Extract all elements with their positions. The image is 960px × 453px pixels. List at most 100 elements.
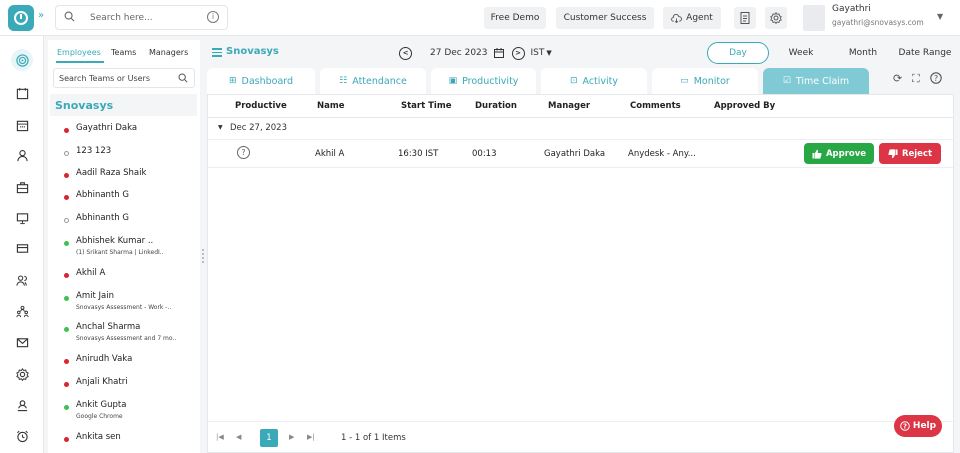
tab-activity[interactable]: ⊡ Activity [541,68,647,94]
status-dot [64,382,69,387]
activity-icon[interactable] [11,49,33,71]
employee-activity: Google Chrome [76,413,123,420]
org-chart-icon[interactable] [11,300,33,322]
info-icon[interactable]: i [207,11,219,23]
column-header[interactable]: Productive [235,101,287,111]
next-date-button[interactable]: > [511,46,525,60]
calendar-grid-icon[interactable] [11,114,33,136]
employee-search[interactable] [53,68,195,88]
range-day[interactable]: Day [707,42,769,64]
document-icon[interactable] [734,7,756,29]
mail-icon[interactable] [11,331,33,353]
user-icon[interactable] [11,144,33,166]
global-search[interactable]: i [55,5,228,30]
tab-teams[interactable]: Teams [111,48,136,57]
tab-monitor[interactable]: ▭ Monitor [652,68,758,94]
customer-success-button[interactable]: Customer Success [556,7,654,29]
active-tab-indicator [56,61,104,63]
user-email: gayathri@snovasys.com [832,18,924,27]
help-button[interactable]: ? Help [894,415,942,437]
range-week[interactable]: Week [781,42,821,64]
prev-page-icon[interactable]: ◀ [236,433,241,441]
first-page-icon[interactable]: |◀ [216,433,224,441]
briefcase-icon[interactable] [11,176,33,198]
calendar-icon[interactable] [11,82,33,104]
app-logo[interactable] [8,5,34,31]
clock-icon [14,11,28,25]
question-icon[interactable]: ? [237,146,250,159]
status-dot [64,173,69,178]
agent-button[interactable]: Agent [663,7,721,29]
org-name[interactable]: Snovasys [50,94,197,116]
fullscreen-icon[interactable]: ⛶ [912,72,920,86]
employee-name: 123 123 [76,146,112,156]
column-header[interactable]: Duration [475,101,517,111]
card-icon[interactable] [11,237,33,259]
tab-employees[interactable]: Employees [57,48,101,57]
tab-time-claim[interactable]: ☑ Time Claim [763,68,869,94]
status-dot [64,128,69,133]
alarm-icon[interactable] [11,425,33,447]
chevron-down-icon[interactable]: ▼ [937,12,943,21]
employee-name: Ankita sen [76,432,121,442]
range-date-range[interactable]: Date Range [897,42,953,64]
person-badge-icon[interactable] [11,394,33,416]
help-label: Help [912,421,937,431]
gear-icon[interactable] [765,7,787,29]
monitor-icon[interactable] [11,207,33,229]
column-header[interactable]: Name [317,101,344,111]
employee-name: Akhil A [76,268,106,278]
attendance-icon: ☷ [339,76,348,86]
help-circle-icon[interactable]: ? [930,72,942,87]
panel-resize-handle[interactable] [202,249,204,263]
reject-button[interactable]: Reject [879,143,941,164]
calendar-icon[interactable] [493,48,504,58]
current-date[interactable]: 27 Dec 2023 [430,48,488,58]
free-demo-button[interactable]: Free Demo [484,7,546,29]
column-header[interactable]: Manager [548,101,590,111]
search-icon [178,73,188,83]
thumbs-down-icon [888,148,898,158]
approve-button[interactable]: Approve [804,143,874,164]
employee-panel: Employees Teams Managers Snovasys Gayath… [48,40,200,453]
chevron-down-icon[interactable]: ▼ [546,49,551,57]
employee-name: Gayathri Daka [76,123,138,133]
range-month[interactable]: Month [843,42,883,64]
column-header[interactable]: Approved By [714,101,775,111]
prev-date-button[interactable]: < [399,46,412,60]
menu-icon[interactable] [212,48,222,59]
employee-name: Aadil Raza Shaik [76,168,147,178]
employee-name: Anirudh Vaka [76,354,133,364]
status-dot [64,241,69,246]
search-icon [64,11,75,22]
employee-search-input[interactable] [59,72,177,85]
pagination-info: 1 - 1 of 1 Items [341,433,406,443]
employee-activity: Snovasys Assessment and 7 mo.. [76,335,177,342]
tab-productivity[interactable]: ▣ Productivity [431,68,536,94]
last-page-icon[interactable]: ▶| [307,433,315,441]
status-dot [64,218,69,223]
tab-attendance[interactable]: ☷ Attendance [320,68,426,94]
tab-dashboard[interactable]: ⊞ Dashboard [207,68,315,94]
current-page-button[interactable]: 1 [260,429,278,447]
refresh-icon[interactable]: ⟳ [893,72,902,85]
employee-name: Ankit Gupta [76,400,127,410]
collapse-caret-icon[interactable]: ▼ [218,124,223,131]
settings-icon[interactable] [11,363,33,385]
table-row[interactable]: ? Akhil A 16:30 IST 00:13 Gayathri Daka … [208,140,953,168]
users-icon[interactable] [11,269,33,291]
employee-name: Anchal Sharma [76,322,141,332]
tab-label: Productivity [462,75,519,87]
timezone-select[interactable]: IST [531,48,545,58]
column-header[interactable]: Comments [630,101,681,111]
user-name[interactable]: Gayathri [832,4,871,14]
group-row[interactable]: ▼ Dec 27, 2023 [208,118,953,140]
search-input[interactable] [90,10,200,26]
tab-managers[interactable]: Managers [149,48,188,57]
employee-activity: (1) Srikant Sharma | LinkedI.. [76,249,164,256]
employee-name: Amit Jain [76,291,114,301]
next-page-icon[interactable]: ▶ [289,433,294,441]
expand-sidebar-icon[interactable]: » [38,10,44,21]
avatar[interactable] [803,5,825,31]
column-header[interactable]: Start Time [401,101,451,111]
